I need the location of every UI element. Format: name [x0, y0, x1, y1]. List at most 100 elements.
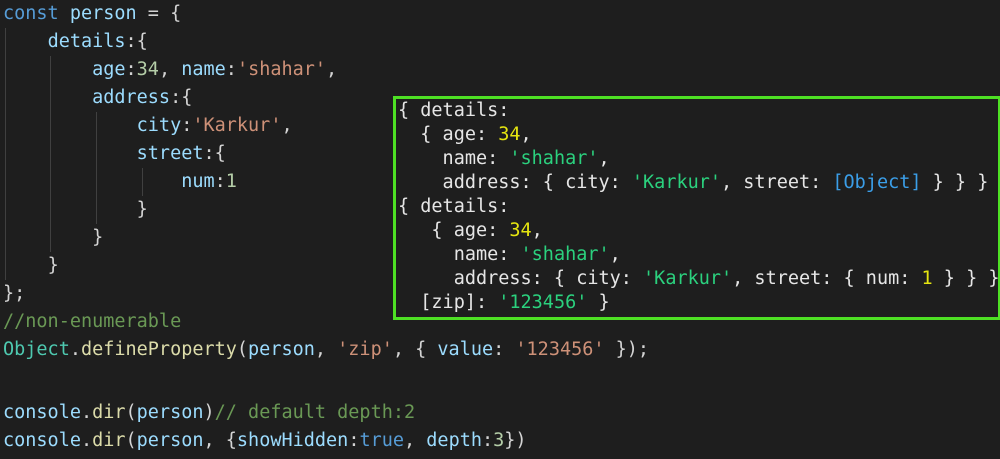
punct: , { — [392, 339, 438, 360]
console-number: 34 — [509, 220, 532, 241]
console-text: address: { city: — [398, 268, 644, 289]
console-text: { age: — [398, 220, 510, 241]
punct: : — [214, 171, 226, 192]
console-number: 34 — [498, 124, 521, 145]
function-name: dir — [92, 430, 126, 451]
console-text: { age: — [398, 124, 499, 145]
punct: . — [69, 339, 81, 360]
punct: : — [482, 430, 494, 451]
punct: } — [136, 199, 148, 220]
variable: person — [136, 430, 204, 451]
punct: ( — [236, 339, 249, 360]
punct: , — [404, 430, 427, 451]
punct: : — [493, 339, 516, 360]
property: age — [92, 59, 126, 80]
console-line: { details: — [398, 99, 509, 123]
punct: , — [326, 59, 338, 80]
number: 34 — [136, 59, 159, 80]
code-line-9: } — [3, 224, 103, 252]
comment: //non-enumerable — [3, 311, 182, 332]
console-text: } — [587, 292, 610, 313]
punct: :{ — [125, 31, 148, 52]
code-line-12: //non-enumerable — [3, 308, 181, 336]
property: num — [181, 171, 215, 192]
string: 'Karkur' — [192, 115, 282, 136]
console-output-box: { details: { age: 34, name: 'shahar', ad… — [393, 96, 1000, 320]
punct: : — [125, 59, 137, 80]
console-text: , — [609, 244, 621, 265]
code-line-3: age:34, name:'shahar', — [3, 56, 337, 84]
console-string: '123456' — [498, 292, 588, 313]
console-string: 'shahar' — [520, 244, 610, 265]
punct: : — [348, 430, 360, 451]
punct: }) — [504, 430, 527, 451]
number: 3 — [493, 430, 505, 451]
function-name: defineProperty — [80, 339, 237, 360]
console-string: 'Karkur' — [643, 268, 733, 289]
code-line-6: street:{ — [3, 140, 226, 168]
punct: , — [314, 339, 338, 360]
keyword: const — [3, 3, 59, 24]
string: '123456' — [515, 339, 605, 360]
property: depth — [426, 430, 482, 451]
punct: , — [281, 115, 293, 136]
code-line-13: Object.defineProperty(person, 'zip', { v… — [3, 336, 649, 364]
console-object-ref: [Object] — [832, 172, 922, 193]
property: address — [92, 87, 171, 108]
identifier: Object — [3, 339, 70, 360]
console-number: 1 — [921, 268, 933, 289]
punct: }; — [3, 283, 26, 304]
console-text: } } }, — [943, 268, 1000, 289]
console-text: , street: { num: — [732, 268, 922, 289]
console-text: , — [598, 148, 610, 169]
string: 'shahar' — [236, 59, 327, 80]
console-line: name: 'shahar', — [398, 243, 621, 267]
identifier: console — [3, 430, 81, 451]
property: value — [437, 339, 494, 360]
punct: ) — [203, 402, 215, 423]
code-line-5: city:'Karkur', — [3, 112, 293, 140]
console-text: , — [531, 220, 543, 241]
property: street — [136, 143, 204, 164]
variable: person — [136, 402, 204, 423]
console-text: address: { city: — [398, 172, 632, 193]
punct: }); — [604, 339, 650, 360]
console-line: { age: 34, — [398, 123, 531, 147]
variable: person — [69, 3, 137, 24]
console-line: [zip]: '123456' } — [398, 291, 610, 315]
console-text: name: — [398, 148, 510, 169]
code-line-16: console.dir(person, {showHidden:true, de… — [3, 427, 527, 455]
code-line-1: const person = { — [3, 0, 181, 28]
console-string: 'shahar' — [509, 148, 599, 169]
punct: :{ — [170, 87, 193, 108]
code-line-2: details:{ — [3, 28, 148, 56]
console-line: name: 'shahar', — [398, 147, 610, 171]
property: name — [181, 59, 226, 80]
punct: ( — [125, 430, 137, 451]
console-text: { details: — [398, 196, 510, 217]
console-line: { age: 34, — [398, 219, 543, 243]
punct: . — [80, 402, 93, 423]
console-text: , street: — [721, 172, 833, 193]
comment: // default depth:2 — [214, 402, 416, 423]
property: showHidden — [236, 430, 349, 451]
function-name: dir — [92, 402, 126, 423]
console-line: address: { city: 'Karkur', street: [Obje… — [398, 171, 989, 195]
punct: } — [92, 227, 104, 248]
code-line-15: console.dir(person)// default depth:2 — [3, 399, 415, 427]
number: 1 — [225, 171, 237, 192]
code-line-8: } — [3, 196, 148, 224]
punct: = { — [136, 3, 182, 24]
variable: person — [248, 339, 315, 360]
console-text: [zip]: — [398, 292, 499, 313]
punct: , — [158, 59, 182, 80]
punct: : — [225, 59, 237, 80]
boolean: true — [359, 430, 405, 451]
punct: ( — [125, 402, 137, 423]
punct: } — [47, 255, 59, 276]
property: city — [136, 115, 182, 136]
punct: :{ — [203, 143, 226, 164]
console-string: 'Karkur' — [631, 172, 722, 193]
console-text: } } } — [921, 172, 989, 193]
identifier: console — [3, 402, 81, 423]
